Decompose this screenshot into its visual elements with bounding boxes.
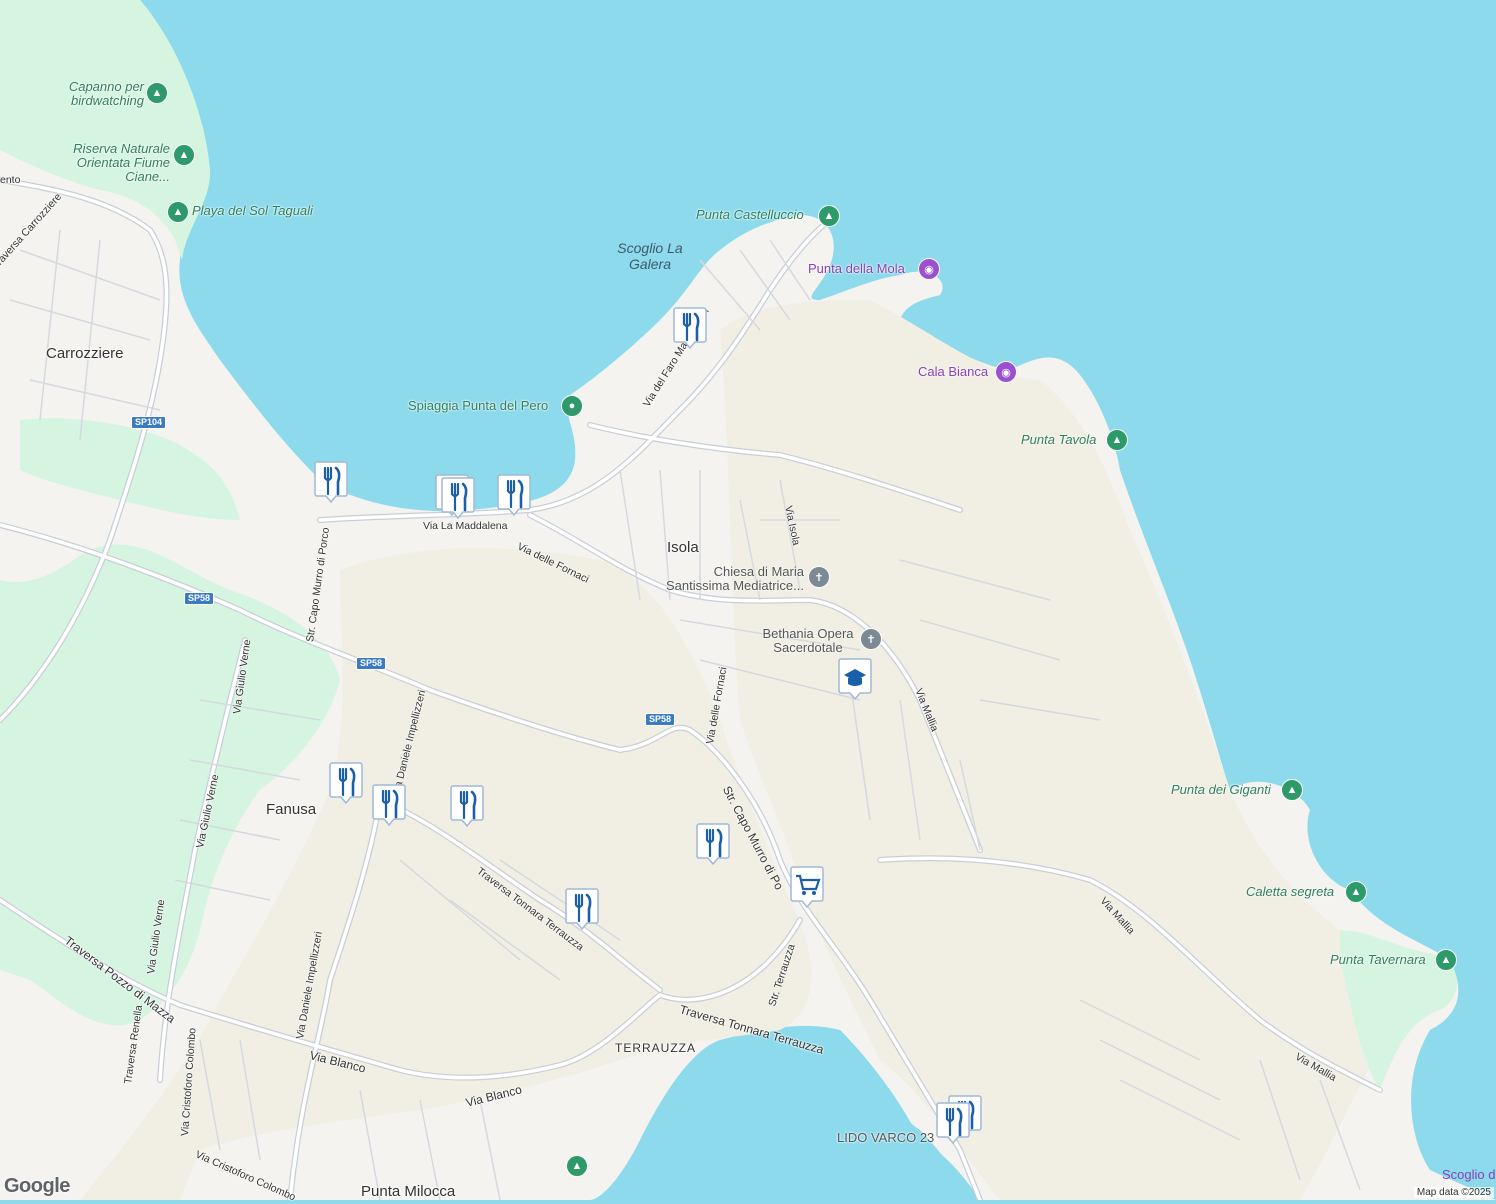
cross-icon[interactable]: ✝: [808, 566, 830, 588]
school-icon[interactable]: [838, 657, 872, 701]
island-label-scoglio-partial[interactable]: Scoglio d: [1442, 1167, 1495, 1183]
tree-icon[interactable]: ▲: [173, 144, 195, 166]
tree-icon[interactable]: ▲: [146, 82, 168, 104]
tree-icon[interactable]: ▲: [818, 205, 840, 227]
poi-label-capanno[interactable]: Capanno per birdwatching: [62, 80, 144, 108]
sp58-shield: SP58: [645, 713, 676, 726]
camera-icon[interactable]: ◉: [918, 258, 940, 280]
poi-label-punta-castelluccio[interactable]: Punta Castelluccio: [696, 208, 804, 222]
poi-label-punta-giganti[interactable]: Punta dei Giganti: [1171, 783, 1271, 797]
poi-label-punta-tavola[interactable]: Punta Tavola: [1021, 433, 1096, 447]
poi-label-punta-tavernara[interactable]: Punta Tavernara: [1330, 953, 1426, 967]
poi-label-riserva[interactable]: Riserva Naturale Orientata Fiume Ciane..…: [44, 142, 170, 184]
island-label-scoglio-la-galera[interactable]: Scoglio La Galera: [612, 240, 688, 272]
cross-icon[interactable]: ✝: [860, 628, 882, 650]
place-label-isola[interactable]: Isola: [667, 539, 699, 556]
poi-label-lido[interactable]: LIDO VARCO 23: [837, 1131, 934, 1145]
place-label-terrauzza[interactable]: TERRAUZZA: [615, 1041, 696, 1055]
tree-icon[interactable]: ▲: [1435, 949, 1457, 971]
place-label-fanusa[interactable]: Fanusa: [266, 801, 316, 818]
sp58-shield: SP58: [184, 592, 215, 605]
restaurant-icon[interactable]: [673, 306, 707, 350]
poi-label-spiaggia[interactable]: Spiaggia Punta del Pero: [408, 399, 548, 413]
tree-icon[interactable]: ▲: [1345, 881, 1367, 903]
place-label-carrozziere[interactable]: Carrozziere: [46, 345, 124, 362]
poi-label-bethania[interactable]: Bethania Opera Sacerdotale: [760, 627, 856, 655]
poi-label-chiesa[interactable]: Chiesa di Maria Santissima Mediatrice...: [652, 565, 804, 593]
restaurant-icon[interactable]: [329, 761, 363, 805]
poi-label-playa[interactable]: Playa del Sol Taguali: [192, 204, 313, 218]
restaurant-icon[interactable]: [696, 822, 730, 866]
road-label-via-la-maddalena: Via La Maddalena: [423, 520, 508, 532]
sp58-shield: SP58: [356, 657, 387, 670]
sp104-shield: SP104: [131, 416, 167, 429]
restaurant-icon[interactable]: [497, 473, 531, 517]
restaurant-icon[interactable]: [450, 784, 484, 828]
restaurant-icon[interactable]: [441, 476, 475, 520]
shopping-cart-icon[interactable]: [790, 865, 824, 909]
map-attribution[interactable]: Map data ©2025: [1413, 1187, 1494, 1198]
camera-icon[interactable]: ◉: [995, 361, 1017, 383]
restaurant-icon[interactable]: [372, 783, 406, 827]
restaurant-icon[interactable]: [936, 1101, 970, 1145]
tree-icon[interactable]: ▲: [167, 201, 189, 223]
road-label-partial: ento: [0, 174, 21, 186]
poi-label-punta-della-mola[interactable]: Punta della Mola: [808, 261, 905, 276]
tree-icon[interactable]: ▲: [1106, 429, 1128, 451]
restaurant-icon[interactable]: [565, 887, 599, 931]
tree-icon[interactable]: ▲: [566, 1155, 588, 1177]
restaurant-icon[interactable]: [314, 460, 348, 504]
beach-dot-icon[interactable]: ●: [561, 395, 583, 417]
poi-label-cala-bianca[interactable]: Cala Bianca: [918, 364, 988, 379]
google-logo: Google: [4, 1175, 70, 1197]
tree-icon[interactable]: ▲: [1281, 779, 1303, 801]
poi-label-caletta[interactable]: Caletta segreta: [1246, 885, 1334, 899]
map-canvas[interactable]: [0, 0, 1496, 1200]
place-label-punta-milocca[interactable]: Punta Milocca: [361, 1183, 455, 1200]
